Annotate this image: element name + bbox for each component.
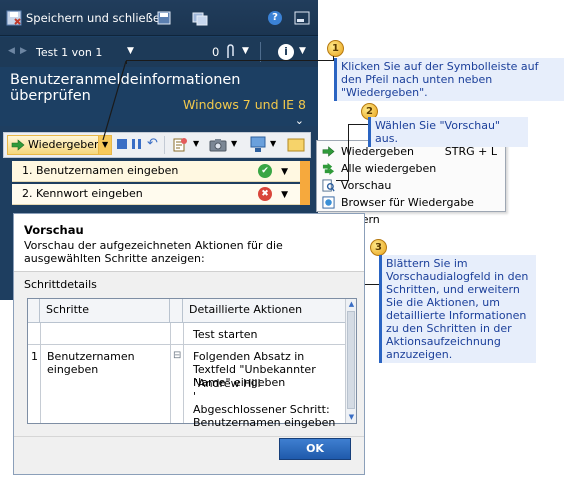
step-status-dropdown-icon[interactable]: ▼ bbox=[281, 162, 288, 182]
column-header-actions[interactable]: Detaillierte Aktionen bbox=[183, 299, 346, 323]
pause-icon[interactable] bbox=[132, 139, 135, 149]
step-label: 1. Benutzernamen eingeben bbox=[22, 164, 179, 177]
save-icon[interactable] bbox=[157, 11, 171, 25]
column-header-spacer bbox=[170, 299, 183, 323]
preview-icon bbox=[322, 179, 335, 192]
menu-item-label: Alle wiedergeben bbox=[341, 162, 437, 175]
play-dropdown-menu: Wiedergeben STRG + L Alle wiedergeben Vo… bbox=[316, 140, 506, 226]
save-close-icon bbox=[6, 10, 22, 26]
grid-action-cell: Test starten bbox=[193, 328, 258, 341]
comment-icon[interactable] bbox=[287, 138, 305, 152]
callout-3: Blättern Sie im Vorschaudialogfeld in de… bbox=[379, 255, 536, 363]
info-icon[interactable]: i bbox=[278, 44, 294, 60]
grid-vertical-scrollbar[interactable]: ▲ ▼ bbox=[345, 299, 356, 423]
scroll-thumb[interactable] bbox=[347, 311, 355, 409]
record-actions-icon[interactable] bbox=[172, 137, 188, 153]
expand-collapse-icon[interactable]: ⊟ bbox=[173, 349, 181, 362]
copy-window-icon[interactable] bbox=[192, 10, 208, 26]
paperclip-icon[interactable] bbox=[225, 44, 235, 60]
callout-1-leader bbox=[126, 60, 334, 61]
test-counter: Test 1 von 1 bbox=[36, 46, 103, 59]
passed-check-icon: ✔ bbox=[258, 164, 272, 178]
grid-action-line: "Andrew Hill bbox=[193, 377, 261, 390]
save-close-button[interactable]: Speichern und schließen bbox=[26, 11, 167, 25]
next-test-icon[interactable]: ▶ bbox=[20, 46, 27, 56]
test-steps-list: 1. Benutzernamen eingeben ✔ ▼ 2. Kennwor… bbox=[12, 161, 310, 207]
scroll-up-icon[interactable]: ▲ bbox=[347, 300, 356, 309]
test-navigation-bar: ◀ ▶ Test 1 von 1 ▼ 0 ▼ i ▼ bbox=[0, 37, 318, 67]
ok-button[interactable]: OK bbox=[279, 438, 351, 460]
dialog-footer-divider bbox=[14, 436, 364, 437]
system-info-icon[interactable] bbox=[250, 136, 266, 154]
play-button-label: Wiedergeben bbox=[28, 138, 102, 151]
grid-action-line: Abgeschlossener Schritt: Benutzernamen e… bbox=[193, 403, 336, 429]
step-selection-bar bbox=[300, 161, 310, 205]
column-header-steps[interactable]: Schritte bbox=[40, 299, 170, 323]
play-icon bbox=[11, 139, 25, 151]
scroll-down-icon[interactable]: ▼ bbox=[347, 413, 356, 422]
test-step-2[interactable]: 2. Kennwort eingeben ✖ ▼ bbox=[12, 184, 300, 205]
info-dropdown-icon[interactable]: ▼ bbox=[299, 46, 306, 56]
row-divider bbox=[28, 344, 346, 345]
grid-step-cell: Benutzernamen eingeben bbox=[47, 350, 135, 376]
play-all-icon bbox=[322, 162, 335, 175]
system-info-dropdown-icon[interactable]: ▼ bbox=[270, 139, 276, 148]
play-icon bbox=[322, 146, 335, 157]
test-dropdown-icon[interactable]: ▼ bbox=[127, 46, 134, 56]
callout-1-leader bbox=[102, 60, 127, 141]
grid-line bbox=[183, 323, 184, 423]
grid-line bbox=[170, 323, 171, 423]
grid-header-expander bbox=[28, 299, 40, 323]
step-details-label: Schrittdetails bbox=[24, 278, 97, 291]
grid-header: Schritte Detaillierte Aktionen bbox=[28, 299, 346, 323]
callout-1: Klicken Sie auf der Symbolleiste auf den… bbox=[334, 58, 564, 101]
attachment-dropdown-icon[interactable]: ▼ bbox=[242, 46, 249, 56]
help-icon[interactable]: ? bbox=[268, 11, 282, 25]
pause-icon-right bbox=[138, 139, 141, 149]
step-status-dropdown-icon[interactable]: ▼ bbox=[281, 185, 288, 205]
callout-2-leader bbox=[348, 124, 349, 180]
record-dropdown-icon[interactable]: ▼ bbox=[193, 139, 199, 148]
camera-icon[interactable] bbox=[209, 138, 227, 152]
menu-item-play-all[interactable]: Alle wiedergeben bbox=[317, 160, 505, 177]
test-step-1[interactable]: 1. Benutzernamen eingeben ✔ ▼ bbox=[12, 161, 300, 182]
callout-number-1: 1 bbox=[327, 40, 344, 57]
grid-line bbox=[40, 323, 41, 423]
preview-dialog: Vorschau Vorschau der aufgezeichneten Ak… bbox=[13, 213, 365, 475]
previous-test-icon[interactable]: ◀ bbox=[8, 46, 15, 56]
dialog-title: Vorschau bbox=[24, 223, 84, 237]
menu-item-change-browser[interactable]: Browser für Wiedergabe ändern bbox=[317, 194, 505, 226]
callout-2-leader bbox=[348, 124, 368, 125]
test-configuration: Windows 7 und IE 8 bbox=[183, 97, 306, 112]
attachment-count: 0 bbox=[212, 45, 220, 59]
failed-x-icon: ✖ bbox=[258, 187, 272, 201]
grid-row-number: 1 bbox=[31, 350, 38, 363]
callout-2-leader bbox=[336, 180, 349, 181]
grid-action-line: ' bbox=[193, 390, 197, 403]
step-label: 2. Kennwort eingeben bbox=[22, 187, 143, 200]
play-button[interactable]: Wiedergeben bbox=[7, 135, 107, 155]
runner-toolbar: Speichern und schließen ? bbox=[0, 0, 318, 36]
step-details-grid: Schritte Detaillierte Aktionen Test star… bbox=[27, 298, 357, 429]
separator bbox=[164, 136, 165, 154]
callout-number-3: 3 bbox=[370, 239, 387, 256]
minimize-icon[interactable] bbox=[294, 11, 310, 25]
playback-toolbar: Wiedergeben ▼ ↶ ▼ ▼ ▼ bbox=[3, 132, 311, 158]
dialog-header: Vorschau Vorschau der aufgezeichneten Ak… bbox=[14, 214, 364, 272]
callout-2: Wählen Sie "Vorschau" aus. bbox=[368, 117, 528, 147]
dialog-description: Vorschau der aufgezeichneten Aktionen fü… bbox=[24, 239, 283, 265]
camera-dropdown-icon[interactable]: ▼ bbox=[231, 139, 237, 148]
browser-icon bbox=[322, 196, 335, 209]
separator bbox=[260, 42, 261, 62]
undo-icon[interactable]: ↶ bbox=[147, 136, 158, 151]
